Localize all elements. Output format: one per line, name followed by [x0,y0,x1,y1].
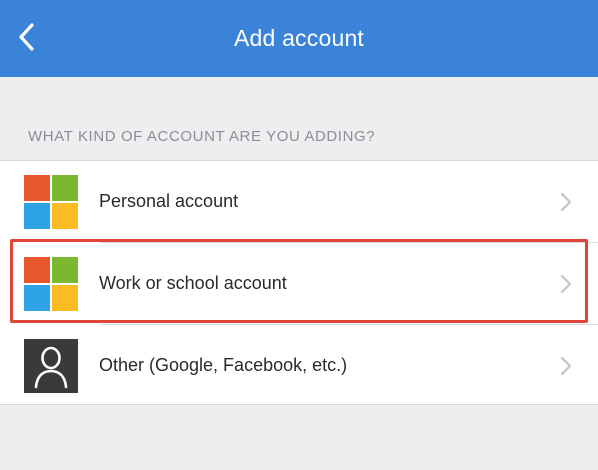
chevron-right-icon [560,192,572,212]
add-account-screen: Add account WHAT KIND OF ACCOUNT ARE YOU… [0,0,598,470]
account-type-list: Personal account Work or school account [0,160,598,405]
option-label: Other (Google, Facebook, etc.) [99,355,348,375]
header-bar: Add account [0,0,598,77]
option-label: Work or school account [99,273,287,293]
personal-account-option[interactable]: Personal account [0,161,598,242]
other-account-option[interactable]: Other (Google, Facebook, etc.) [0,325,598,406]
person-icon [24,339,78,393]
option-label: Personal account [99,191,239,211]
chevron-left-icon [19,23,34,51]
chevron-right-icon [560,274,572,294]
page-title: Add account [233,25,365,51]
back-button[interactable] [4,14,50,60]
microsoft-logo-icon [24,175,78,229]
microsoft-logo-icon [24,257,78,311]
work-or-school-account-option[interactable]: Work or school account [0,243,598,324]
chevron-right-icon [560,356,572,376]
section-label: WHAT KIND OF ACCOUNT ARE YOU ADDING? [28,128,376,145]
